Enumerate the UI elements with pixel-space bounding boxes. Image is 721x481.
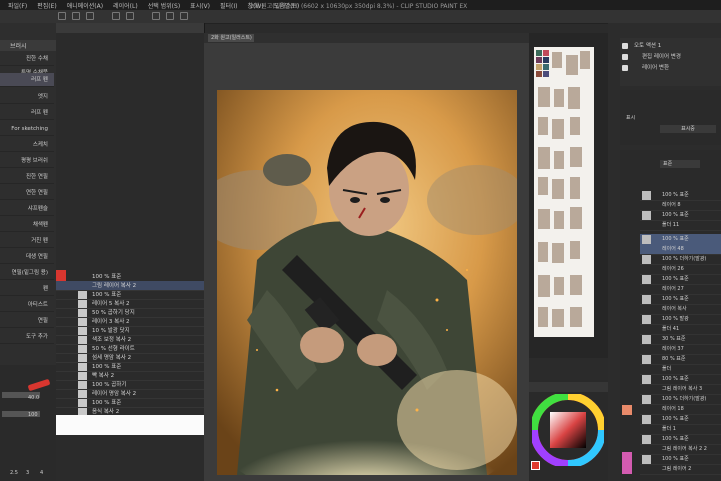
open-icon[interactable] (72, 12, 80, 20)
checkbox[interactable] (622, 65, 628, 71)
layer-thumbnail (78, 363, 87, 371)
new-file-icon[interactable] (58, 12, 66, 20)
brush-item[interactable]: 연한 연필 (0, 186, 54, 200)
brush-item[interactable]: 연필 (0, 314, 54, 328)
layer-color-tag (622, 452, 632, 474)
layer-thumbnail (78, 336, 87, 344)
layer-thumbnail (78, 291, 87, 299)
size-preset[interactable]: 2.5 (10, 470, 18, 476)
brush-item[interactable]: 진한 연필 (0, 170, 54, 184)
layer-thumbnail (642, 375, 651, 384)
canvas-tab[interactable]: 2화 원고(일러스트) (208, 34, 254, 42)
layer-thumbnail (78, 381, 87, 389)
size-preset[interactable]: 4 (40, 470, 43, 476)
folder-icon (642, 415, 651, 424)
auto-action-item[interactable]: 편집 레이어 변경 (622, 52, 721, 62)
deselect-icon[interactable] (180, 12, 188, 20)
brush-item[interactable]: 펜 (0, 282, 54, 296)
display-dropdown[interactable]: 표시중 (660, 125, 716, 133)
document-title: 2화 원고(일러스트) (6602 x 10630px 350dpi 8.3%)… (250, 3, 468, 10)
brush-item[interactable]: 샤프펜슬 (0, 202, 54, 216)
brush-panel-header: 브러시 (0, 40, 56, 51)
layer-thumbnail (642, 335, 651, 344)
layer-row[interactable]: 폴더 11 (640, 220, 721, 231)
layer-thumbnail (78, 318, 87, 326)
reference-image[interactable] (534, 47, 594, 337)
layer-row[interactable]: 그림 레이어 2 (640, 464, 721, 475)
brush-item[interactable]: 러프 펜 (0, 106, 54, 120)
layer-thumbnail (642, 435, 651, 444)
color-wheel[interactable] (532, 394, 604, 466)
layer-thumbnail (78, 354, 87, 362)
brush-item[interactable]: 연필(밑그림 용) (0, 266, 54, 280)
layer-thumbnail (78, 327, 87, 335)
main-color-swatch[interactable] (531, 461, 540, 470)
layer-thumbnail (78, 372, 87, 380)
clear-icon[interactable] (152, 12, 160, 20)
layer-thumbnail (642, 355, 651, 364)
brush-item[interactable]: 스케치 (0, 138, 54, 152)
layer-thumbnail (642, 455, 651, 464)
brush-item[interactable]: 데생 연필 (0, 250, 54, 264)
checkbox[interactable] (622, 43, 628, 49)
brush-item[interactable]: For sketching (0, 122, 54, 136)
layer-thumbnail (642, 235, 651, 244)
menu-selection[interactable]: 선택 범위(S) (148, 1, 180, 10)
size-value: 40.0 (28, 395, 40, 401)
menu-view[interactable]: 표시(V) (190, 1, 210, 10)
layer-thumbnail (642, 395, 651, 404)
artwork-illustration[interactable] (217, 90, 517, 475)
brush-item-selected[interactable]: 러프 펜 (0, 73, 54, 87)
nav-label: 표시 (626, 115, 636, 121)
menu-filter[interactable]: 필터(I) (220, 1, 238, 10)
brush-item[interactable]: 평평 브러쉬 (0, 154, 54, 168)
size-preset[interactable]: 3 (26, 470, 29, 476)
blend-mode-select[interactable]: 표준 (660, 160, 700, 168)
layer-thumbnail (642, 191, 651, 200)
folder-icon (642, 315, 651, 324)
opacity-value: 100 (28, 412, 38, 418)
brush-item[interactable]: 채색펜 (0, 218, 54, 232)
menu-file[interactable]: 파일(F) (8, 1, 27, 10)
redo-icon[interactable] (126, 12, 134, 20)
auto-action-set[interactable]: 오토 액션 1 (622, 41, 721, 51)
toolbar (0, 10, 721, 24)
panel-header (56, 23, 204, 33)
menu-edit[interactable]: 편집(E) (37, 1, 57, 10)
empty-area (56, 415, 204, 435)
layer-color-tag (622, 405, 632, 415)
layer-thumbnail (78, 345, 87, 353)
brush-item[interactable]: 진한 수채 (0, 52, 54, 66)
undo-icon[interactable] (112, 12, 120, 20)
checkbox[interactable] (622, 54, 628, 60)
layer-thumbnail (642, 255, 651, 264)
brush-item[interactable]: 아티스트 (0, 298, 54, 312)
transform-icon[interactable] (166, 12, 174, 20)
layer-thumbnail (642, 295, 651, 304)
brush-item[interactable]: 엣지 (0, 90, 54, 104)
layer-thumbnail (78, 399, 87, 407)
add-tool-button[interactable]: 도구 추가 (0, 330, 54, 344)
color-wheel-header (529, 382, 608, 392)
layer-thumbnail (78, 309, 87, 317)
save-icon[interactable] (86, 12, 94, 20)
menu-animation[interactable]: 애니메이션(A) (67, 1, 103, 10)
folder-icon (642, 211, 651, 220)
menu-layer[interactable]: 레이어(L) (113, 1, 138, 10)
layer-thumbnail (78, 390, 87, 398)
layer-thumbnail (78, 300, 87, 308)
auto-action-item[interactable]: 레이어 변환 (622, 63, 721, 73)
layer-thumbnail (642, 275, 651, 284)
brush-item[interactable]: 거친 펜 (0, 234, 54, 248)
